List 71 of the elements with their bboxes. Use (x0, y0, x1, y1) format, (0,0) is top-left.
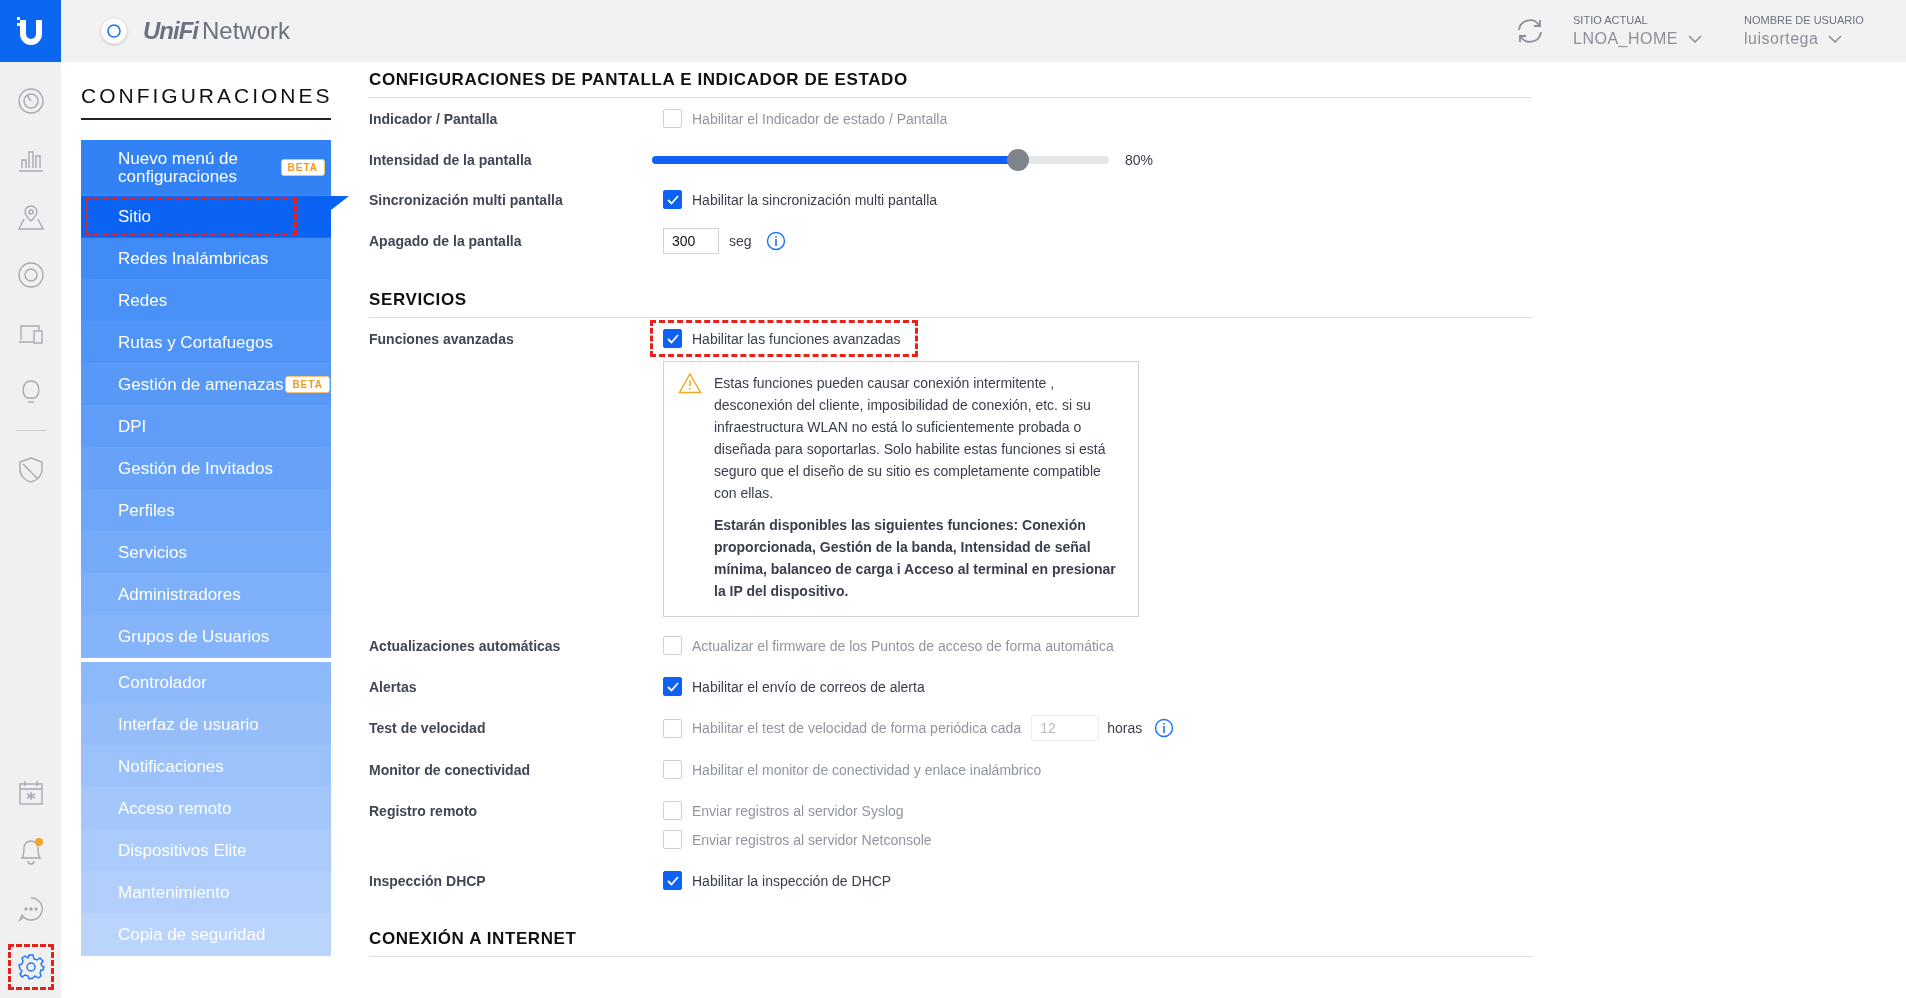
check-icon (665, 680, 680, 693)
checkbox-option[interactable]: Habilitar el monitor de conectividad y enlace inalámbrico (663, 757, 1042, 782)
setting-label: Alertas (369, 678, 418, 695)
setting-label: Test de velocidad (369, 719, 487, 736)
setting-label: Inspección DHCP (369, 872, 487, 889)
setting-label: Apagado de la pantalla (369, 232, 523, 249)
sidebar-item[interactable]: Gestión de amenazas BETA (81, 364, 331, 406)
sidebar-item[interactable]: Redes (81, 280, 331, 322)
checkbox-option[interactable]: Habilitar la sincronización multi pantalla (663, 187, 938, 212)
warning-icon (678, 372, 702, 394)
setting-label: Indicador / Pantalla (369, 110, 499, 127)
unit-label: horas (1107, 720, 1143, 736)
check-icon (665, 193, 680, 206)
sidebar-item[interactable]: Administradores (81, 574, 331, 616)
checkbox[interactable] (663, 190, 682, 209)
sidebar-item[interactable]: Controlador (81, 662, 331, 704)
sidebar-item[interactable]: Servicios (81, 532, 331, 574)
sidebar-item[interactable]: Mantenimiento (81, 872, 331, 914)
sidebar-item[interactable]: Rutas y Cortafuegos (81, 322, 331, 364)
settings-nav-icon[interactable] (7, 944, 54, 990)
setting-label: Registro remoto (369, 802, 479, 819)
checkbox[interactable] (663, 329, 682, 348)
sidebar-item[interactable]: Redes Inalámbricas (81, 238, 331, 280)
checkbox-option[interactable]: Habilitar las funciones avanzadas (653, 323, 915, 354)
section-title: CONEXIÓN A INTERNET (369, 923, 1532, 957)
slider-track[interactable] (652, 149, 1109, 171)
checkbox-option[interactable]: Enviar registros al servidor Netconsole (663, 827, 932, 852)
site-selector[interactable]: SITIO ACTUAL LNOA_HOME (1573, 14, 1702, 48)
sidebar-item[interactable]: Perfiles (81, 490, 331, 532)
setting-label: Sincronización multi pantalla (369, 191, 564, 208)
brand-name: UniFi (143, 17, 198, 45)
section-title: CONFIGURACIONES DE PANTALLA E INDICADOR DE ESTADO (369, 64, 1532, 98)
sidebar-item[interactable]: DPI (81, 406, 331, 448)
info-icon[interactable] (765, 231, 786, 251)
slider-handle[interactable] (1006, 149, 1029, 171)
beta-badge: BETA (280, 159, 325, 176)
checkbox-option[interactable]: Habilitar el Indicador de estado / Pantalla (663, 106, 948, 131)
setting-label: Actualizaciones automáticas (369, 637, 562, 654)
seconds-field[interactable]: 300 (663, 228, 719, 254)
sidebar-item[interactable]: Nuevo menú de configuraciones BETA (81, 140, 331, 196)
section-title: SERVICIOS (369, 284, 1532, 318)
sidebar-item[interactable]: Interfaz de usuario (81, 704, 331, 746)
chevron-down-icon (1828, 35, 1843, 43)
sidebar-item[interactable]: Dispositivos Elite (81, 830, 331, 872)
beta-badge: BETA (285, 376, 330, 393)
chevron-down-icon (1688, 35, 1702, 43)
checkbox-option[interactable]: Habilitar la inspección de DHCP (663, 868, 892, 893)
unit-label: seg (729, 233, 752, 249)
checkbox-option[interactable]: Habilitar el envío de correos de alerta (663, 674, 925, 699)
checkbox-option[interactable]: Actualizar el firmware de los Puntos de acceso de forma automática (663, 633, 1114, 658)
sidebar-item[interactable]: Acceso remoto (81, 788, 331, 830)
sidebar-item[interactable]: Notificaciones (81, 746, 331, 788)
status-ring-icon (101, 18, 127, 44)
checkbox[interactable] (663, 677, 682, 696)
info-icon[interactable] (1154, 718, 1175, 738)
product-name: Network (202, 17, 291, 45)
warning-text: Estarán disponibles las siguientes funciones: Conexión proporcionada, Gestión de la banda, Intensidad de señal mínima, balanceo de carga i Acceso al terminal en presionar la IP del dispositivo. (714, 516, 1117, 601)
setting-label: Monitor de conectividad (369, 761, 531, 778)
setting-label: Funciones avanzadas (369, 330, 515, 347)
logo-icon[interactable] (0, 0, 61, 62)
sidebar-title: CONFIGURACIONES (81, 84, 331, 120)
check-icon (665, 332, 680, 345)
setting-label: Intensidad de la pantalla (369, 151, 533, 168)
check-icon (665, 874, 680, 887)
sidebar-item[interactable]: Gestión de Invitados (81, 448, 331, 490)
slider-value: 80% (1125, 152, 1154, 168)
user-selector[interactable]: NOMBRE DE USUARIO luisortega (1744, 14, 1864, 48)
warning-text: Estas funciones pueden causar conexión intermitente , desconexión del cliente, imposibilidad de conexión, etc. si su infraestructura WLAN no está lo suficientemente probada o diseñada para soportarlas. Solo habilite estas funciones si está seguro que el diseño de su sitio es completamente compatible con ellas. (714, 374, 1107, 503)
checkbox-option[interactable]: Enviar registros al servidor Syslog (663, 798, 904, 823)
checkbox[interactable] (663, 871, 682, 890)
sidebar-item[interactable]: Grupos de Usuarios (81, 616, 331, 658)
